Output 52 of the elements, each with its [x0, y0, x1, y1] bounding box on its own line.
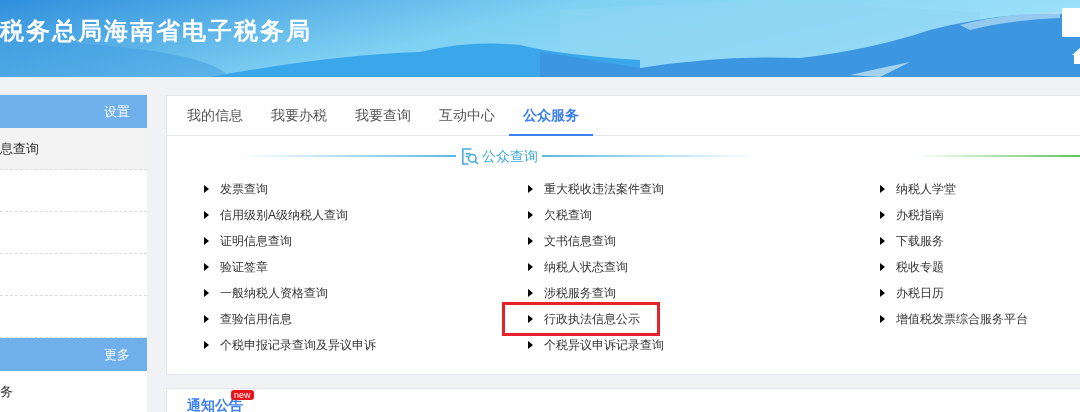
tab[interactable]: 我的信息	[173, 96, 257, 136]
service-link[interactable]: 发票查询	[182, 176, 284, 202]
arrow-icon	[204, 237, 209, 245]
service-link[interactable]: 欠税查询	[506, 202, 608, 228]
service-link[interactable]: 信用级别A级纳税人查询	[182, 202, 364, 228]
arrow-icon	[880, 263, 885, 271]
tab[interactable]: 互动中心	[425, 96, 509, 136]
service-link[interactable]: 增值税发票综合服务平台	[858, 306, 1044, 332]
arrow-icon	[528, 341, 533, 349]
service-link[interactable]: 下载服务	[858, 228, 960, 254]
service-link[interactable]: 验证签章	[182, 254, 284, 280]
arrow-icon	[528, 263, 533, 271]
service-link[interactable]: 纳税人学堂	[858, 176, 972, 202]
arrow-icon	[204, 185, 209, 193]
service-link[interactable]: 文书信息查询	[506, 228, 632, 254]
service-link[interactable]: 查验信用信息	[182, 306, 308, 332]
arrow-icon	[880, 237, 885, 245]
arrow-icon	[204, 263, 209, 271]
new-badge: new	[231, 390, 254, 400]
tab[interactable]: 我要查询	[341, 96, 425, 136]
arrow-icon	[880, 289, 885, 297]
arrow-icon	[528, 289, 533, 297]
sidebar-item[interactable]: 息查询	[0, 128, 147, 170]
arrow-icon	[204, 289, 209, 297]
service-link[interactable]: 行政执法信息公示	[506, 306, 656, 332]
arrow-icon	[204, 211, 209, 219]
arrow-icon	[204, 315, 209, 323]
tab[interactable]: 公众服务	[509, 96, 593, 136]
service-link[interactable]: 涉税服务查询	[506, 280, 632, 306]
service-link[interactable]: 办税日历	[858, 280, 960, 306]
arrow-icon	[204, 341, 209, 349]
arrow-icon	[880, 185, 885, 193]
service-link[interactable]: 纳税人状态查询	[506, 254, 644, 280]
site-title: 税务总局海南省电子税务局	[0, 16, 312, 46]
arrow-icon	[528, 315, 533, 323]
home-icon[interactable]	[1072, 48, 1080, 64]
service-link[interactable]: 重大税收违法案件查询	[506, 176, 680, 202]
service-link[interactable]: 个税异议申诉记录查询	[506, 332, 680, 358]
section-title: 公众查询	[481, 146, 538, 166]
arrow-icon	[528, 211, 533, 219]
service-link[interactable]: 税收专题	[858, 254, 960, 280]
logo-block	[1062, 8, 1080, 37]
arrow-icon	[528, 237, 533, 245]
service-link[interactable]: 证明信息查询	[182, 228, 308, 254]
arrow-icon	[880, 211, 885, 219]
service-link[interactable]: 一般纳税人资格查询	[182, 280, 344, 306]
search-document-icon	[460, 146, 479, 166]
service-link[interactable]: 办税指南	[858, 202, 960, 228]
tab[interactable]: 我要办税	[257, 96, 341, 136]
arrow-icon	[528, 185, 533, 193]
arrow-icon	[880, 315, 885, 323]
service-link[interactable]: 个税申报记录查询及异议申诉	[182, 332, 392, 358]
